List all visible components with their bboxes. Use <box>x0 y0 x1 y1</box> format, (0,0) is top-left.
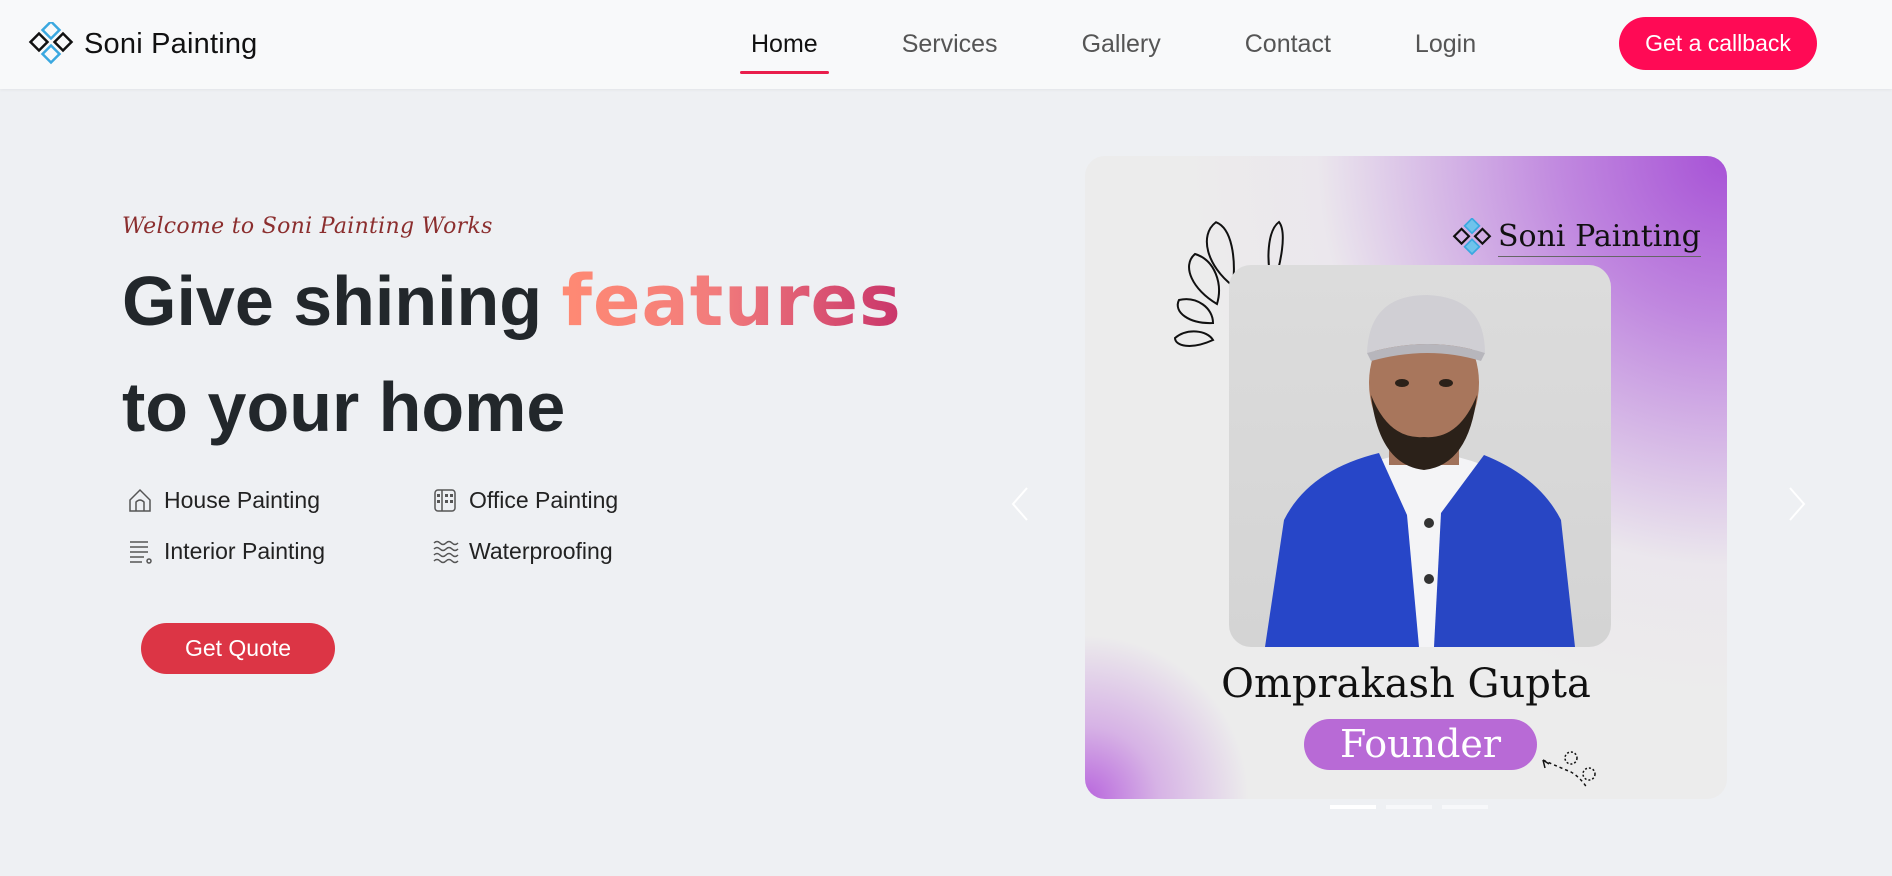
water-icon <box>433 540 459 564</box>
feature-waterproofing: Waterproofing <box>431 537 613 565</box>
headline-part1: Give shining <box>122 262 562 340</box>
hero-headline: Give shining features to your home <box>122 248 922 460</box>
navbar: Soni Painting Home Services Gallery Cont… <box>0 0 1892 89</box>
brand-logo-icon <box>28 22 74 65</box>
slide-brand: Soni Painting <box>1452 218 1701 258</box>
brand[interactable]: Soni Painting <box>28 22 258 66</box>
carousel-indicator-1[interactable] <box>1330 805 1376 809</box>
founder-photo <box>1229 265 1611 647</box>
headline-part2: to your home <box>122 368 566 446</box>
slide-logo-icon <box>1452 218 1492 256</box>
feature-label: Interior Painting <box>164 537 326 564</box>
feature-house-painting: House Painting <box>126 486 320 514</box>
carousel-slide: Soni Painting Omprakash Gupta Founder <box>1085 156 1727 799</box>
nav-link-contact[interactable]: Contact <box>1234 0 1342 89</box>
brand-name: Soni Painting <box>84 27 258 60</box>
nav-link-gallery[interactable]: Gallery <box>1071 0 1172 89</box>
founder-name: Omprakash Gupta <box>1221 661 1591 707</box>
building-icon <box>434 489 456 512</box>
welcome-text: Welcome to Soni Painting Works <box>122 214 493 239</box>
document-icon <box>130 541 152 564</box>
nav-link-login[interactable]: Login <box>1404 0 1487 89</box>
carousel-next-icon[interactable] <box>1776 480 1816 528</box>
founder-role-badge: Founder <box>1304 719 1537 770</box>
carousel-prev-icon[interactable] <box>1001 480 1041 528</box>
nav-link-home[interactable]: Home <box>740 0 829 89</box>
carousel-indicators <box>1330 805 1488 809</box>
carousel-indicator-3[interactable] <box>1442 805 1488 809</box>
get-callback-button[interactable]: Get a callback <box>1619 17 1817 70</box>
feature-label: House Painting <box>164 486 320 513</box>
get-quote-button[interactable]: Get Quote <box>141 623 335 674</box>
slide-brand-name: Soni Painting <box>1498 219 1701 257</box>
headline-highlight: features <box>561 260 902 342</box>
feature-label: Office Painting <box>469 486 619 513</box>
feature-interior-painting: Interior Painting <box>126 537 325 565</box>
scissors-decoration-icon <box>1542 751 1596 789</box>
main-nav: Home Services Gallery Contact Login <box>740 0 1549 89</box>
feature-label: Waterproofing <box>469 537 613 564</box>
nav-link-services[interactable]: Services <box>891 0 1009 89</box>
hero-carousel: Soni Painting Omprakash Gupta Founder <box>1085 156 1727 799</box>
feature-office-painting: Office Painting <box>431 486 618 514</box>
carousel-indicator-2[interactable] <box>1386 805 1432 809</box>
house-icon <box>129 488 151 512</box>
person-illustration-icon <box>1265 295 1575 647</box>
